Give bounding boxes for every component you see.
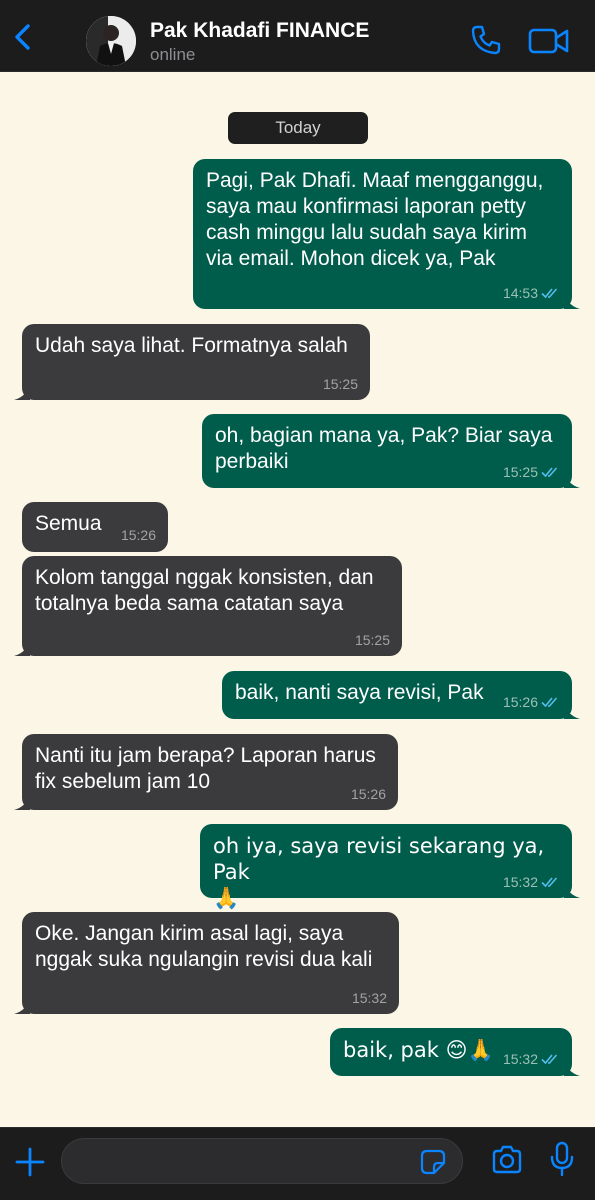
message-bubble-outgoing[interactable]: oh, bagian mana ya, Pak? Biar saya perba… bbox=[202, 414, 580, 488]
bubble-tail bbox=[564, 470, 580, 488]
message-bubble-incoming[interactable]: Oke. Jangan kirim asal lagi, saya nggak … bbox=[14, 912, 399, 1014]
message-text: Oke. Jangan kirim asal lagi, saya nggak … bbox=[35, 922, 373, 971]
attach-button[interactable] bbox=[13, 1145, 47, 1179]
voice-message-button[interactable] bbox=[549, 1141, 575, 1179]
message-text: oh iya, saya revisi sekarang ya, Pak 🙏 bbox=[213, 834, 545, 910]
message-bubble-outgoing[interactable]: baik, pak 😊🙏 15:32 bbox=[330, 1028, 580, 1076]
plus-icon bbox=[15, 1147, 45, 1177]
contact-name[interactable]: Pak Khadafi FINANCE bbox=[150, 19, 369, 43]
bubble-tail bbox=[14, 382, 30, 400]
message-time: 15:25 bbox=[322, 376, 358, 392]
message-text: Kolom tanggal nggak konsisten, dan total… bbox=[35, 566, 374, 615]
message-input-container[interactable] bbox=[61, 1138, 463, 1185]
message-bubble-outgoing[interactable]: Pagi, Pak Dhafi. Maaf mengganggu, saya m… bbox=[193, 159, 580, 309]
video-call-button[interactable] bbox=[527, 24, 571, 58]
message-time: 15:32 bbox=[502, 874, 538, 890]
message-text: Nanti itu jam berapa? Laporan harus fix … bbox=[35, 744, 376, 793]
bubble-tail bbox=[564, 291, 580, 309]
message-list[interactable]: Today Pagi, Pak Dhafi. Maaf mengganggu, … bbox=[0, 72, 595, 1127]
read-receipt-icon bbox=[541, 877, 558, 888]
bubble-tail bbox=[564, 701, 580, 719]
camera-button[interactable] bbox=[490, 1144, 524, 1176]
message-time: 15:26 bbox=[502, 694, 538, 710]
sticker-icon bbox=[420, 1149, 446, 1175]
message-time: 15:32 bbox=[502, 1051, 538, 1067]
message-time: 15:25 bbox=[502, 464, 538, 480]
read-receipt-icon bbox=[541, 697, 558, 708]
contact-avatar[interactable] bbox=[86, 16, 136, 66]
message-time: 15:25 bbox=[354, 632, 390, 648]
message-bubble-incoming[interactable]: Nanti itu jam berapa? Laporan harus fix … bbox=[14, 734, 398, 810]
voice-call-button[interactable] bbox=[468, 22, 504, 58]
message-text: Pagi, Pak Dhafi. Maaf mengganggu, saya m… bbox=[206, 169, 544, 270]
message-bubble-incoming[interactable]: Semua 15:26 bbox=[22, 502, 168, 552]
microphone-icon bbox=[550, 1141, 574, 1177]
message-text: Udah saya lihat. Formatnya salah bbox=[35, 334, 348, 357]
message-time: 15:32 bbox=[351, 990, 387, 1006]
message-time: 15:26 bbox=[350, 786, 386, 802]
read-receipt-icon bbox=[541, 288, 558, 299]
sticker-button[interactable] bbox=[419, 1148, 447, 1176]
bubble-tail bbox=[14, 996, 30, 1014]
camera-icon bbox=[492, 1145, 522, 1174]
avatar bbox=[86, 16, 136, 66]
date-separator: Today bbox=[228, 112, 368, 144]
bubble-tail bbox=[14, 638, 30, 656]
message-bubble-outgoing[interactable]: baik, nanti saya revisi, Pak 15:26 bbox=[222, 671, 580, 719]
read-receipt-icon bbox=[541, 1054, 558, 1065]
message-time: 14:53 bbox=[502, 285, 538, 301]
bubble-tail bbox=[14, 792, 30, 810]
composer-bar bbox=[0, 1127, 595, 1200]
chat-header: Pak Khadafi FINANCE online bbox=[0, 0, 595, 72]
read-receipt-icon bbox=[541, 467, 558, 478]
message-time: 15:26 bbox=[120, 527, 156, 543]
back-button[interactable] bbox=[8, 20, 40, 54]
bubble-tail bbox=[564, 1058, 580, 1076]
message-bubble-incoming[interactable]: Kolom tanggal nggak konsisten, dan total… bbox=[14, 556, 402, 656]
message-bubble-incoming[interactable]: Udah saya lihat. Formatnya salah 15:25 bbox=[14, 324, 370, 400]
message-bubble-outgoing[interactable]: oh iya, saya revisi sekarang ya, Pak 🙏 1… bbox=[200, 824, 580, 910]
phone-icon bbox=[471, 25, 501, 55]
message-input[interactable] bbox=[78, 1139, 422, 1185]
video-camera-icon bbox=[528, 28, 569, 54]
chevron-left-icon bbox=[15, 24, 30, 50]
bubble-tail bbox=[564, 880, 580, 898]
contact-status: online bbox=[150, 45, 196, 64]
